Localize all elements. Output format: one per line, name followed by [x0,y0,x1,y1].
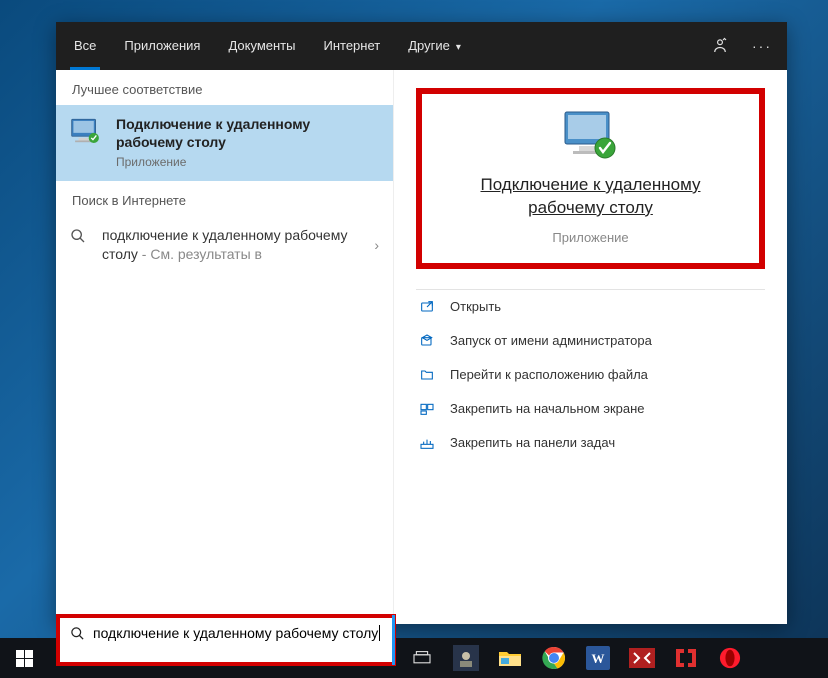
svg-text:W: W [592,651,605,666]
search-icon [70,626,85,641]
web-result-text: подключение к удаленному рабочему столу … [102,226,379,264]
open-icon [416,299,438,315]
ellipsis-icon: ··· [752,38,772,54]
tab-more-label: Другие [408,38,450,53]
taskbar-app-red[interactable] [620,638,664,678]
taskbar-file-explorer[interactable] [488,638,532,678]
taskbar-pinned-apps: W [400,638,752,678]
tab-more[interactable]: Другие ▾ [394,22,475,70]
action-open-label: Открыть [450,299,501,314]
pin-taskbar-icon [416,435,438,451]
folder-icon [416,367,438,383]
rdp-app-icon-large [559,108,623,164]
taskbar-chrome[interactable] [532,638,576,678]
pin-start-icon [416,401,438,417]
start-button[interactable] [0,638,48,678]
result-preview-card[interactable]: Подключение к удаленному рабочему столу … [416,88,765,269]
action-file-location[interactable]: Перейти к расположению файла [416,358,765,392]
feedback-button[interactable] [699,22,741,70]
tab-documents[interactable]: Документы [214,22,309,70]
taskbar-app-brackets[interactable] [664,638,708,678]
action-open[interactable]: Открыть [416,290,765,324]
best-match-header: Лучшее соответствие [56,70,393,105]
task-view-button[interactable] [400,638,444,678]
search-results-body: Лучшее соответствие Подключение к удален… [56,70,787,624]
preview-actions-list: Открыть Запуск от имени администратора П… [416,289,765,460]
preview-subtitle: Приложение [432,230,749,245]
action-run-admin-label: Запуск от имени администратора [450,333,652,348]
search-input-value: подключение к удаленному рабочему столу [93,624,382,642]
chevron-right-icon[interactable]: › [374,237,379,253]
rdp-app-icon [70,115,104,149]
tab-all[interactable]: Все [60,22,110,70]
chevron-down-icon: ▾ [456,42,461,53]
admin-icon [416,333,438,349]
action-pin-start-label: Закрепить на начальном экране [450,401,645,416]
action-run-admin[interactable]: Запуск от имени администратора [416,324,765,358]
action-pin-taskbar-label: Закрепить на панели задач [450,435,615,450]
preview-title: Подключение к удаленному рабочему столу [432,174,749,220]
best-match-text: Подключение к удаленному рабочему столу … [116,115,379,169]
best-match-result[interactable]: Подключение к удаленному рабочему столу … [56,105,393,181]
action-pin-start[interactable]: Закрепить на начальном экране [416,392,765,426]
tab-internet[interactable]: Интернет [309,22,394,70]
taskbar-app-1[interactable] [444,638,488,678]
web-search-result[interactable]: подключение к удаленному рабочему столу … [56,216,393,274]
best-match-title: Подключение к удаленному рабочему столу [116,115,379,151]
taskbar-word[interactable]: W [576,638,620,678]
web-result-tail: - См. результаты в [138,246,262,262]
start-search-panel: Все Приложения Документы Интернет Другие… [56,22,787,624]
search-filter-tabs: Все Приложения Документы Интернет Другие… [56,22,787,70]
tab-apps[interactable]: Приложения [110,22,214,70]
action-file-location-label: Перейти к расположению файла [450,367,648,382]
web-search-header: Поиск в Интернете [56,181,393,216]
windows-logo-icon [16,650,33,667]
taskbar-opera[interactable] [708,638,752,678]
action-pin-taskbar[interactable]: Закрепить на панели задач [416,426,765,460]
taskbar-search-box[interactable]: подключение к удаленному рабочему столу [56,614,396,666]
options-button[interactable]: ··· [741,22,783,70]
search-focus-indicator [392,615,395,665]
results-right-column: Подключение к удаленному рабочему столу … [394,70,787,624]
search-icon [70,228,92,244]
best-match-subtitle: Приложение [116,155,379,169]
results-left-column: Лучшее соответствие Подключение к удален… [56,70,394,624]
